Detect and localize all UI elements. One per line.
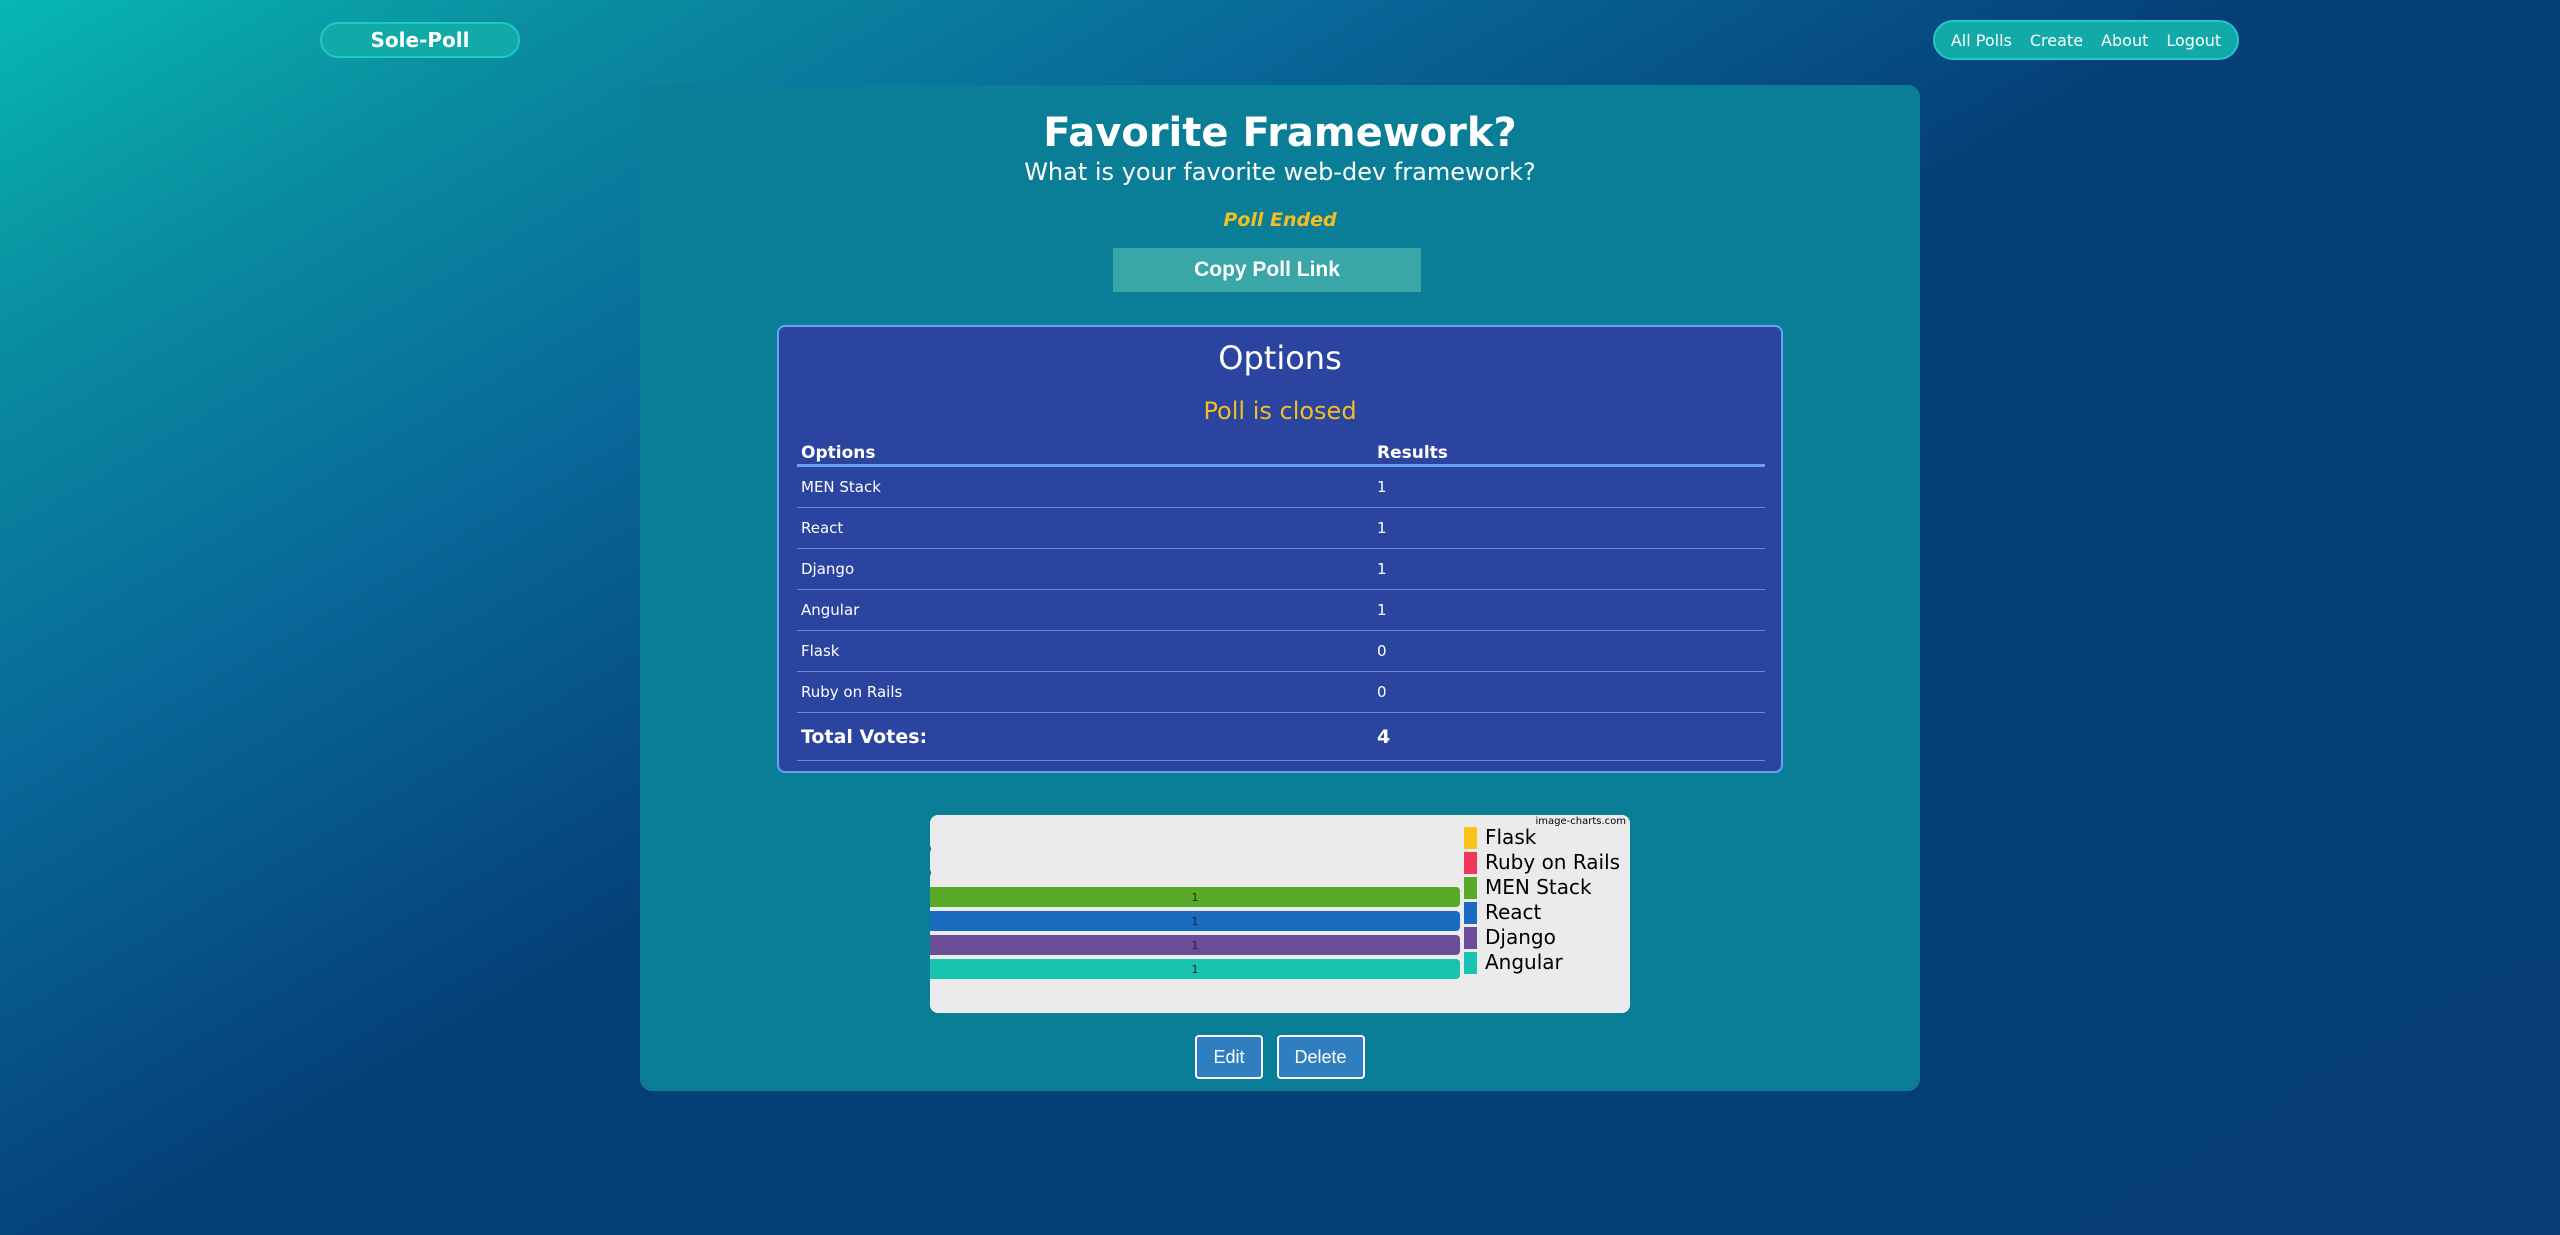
table-row: MEN Stack 1 — [797, 467, 1765, 508]
chart-data-label: 1 — [1192, 915, 1199, 928]
option-name: MEN Stack — [801, 478, 881, 496]
table-row: Django 1 — [797, 549, 1765, 590]
column-header-results: Results — [1377, 443, 1448, 463]
poll-question: What is your favorite web-dev framework? — [1024, 158, 1536, 186]
nav-logout[interactable]: Logout — [2166, 31, 2221, 50]
option-result: 1 — [1377, 519, 1387, 537]
legend-label: Flask — [1485, 825, 1537, 849]
total-votes-row: Total Votes: 4 — [797, 713, 1765, 761]
total-votes-label: Total Votes: — [801, 725, 928, 748]
poll-panel: Favorite Framework? What is your favorit… — [640, 85, 1920, 1091]
options-heading: Options — [1218, 339, 1342, 377]
option-name: Django — [801, 560, 855, 578]
total-votes-value: 4 — [1377, 725, 1391, 748]
option-result: 1 — [1377, 601, 1387, 619]
legend-swatch — [1464, 852, 1477, 874]
column-header-options: Options — [801, 443, 876, 463]
option-result: 0 — [1377, 683, 1387, 701]
option-name: Flask — [801, 642, 840, 660]
nav-create[interactable]: Create — [2030, 31, 2083, 50]
table-row: Ruby on Rails 0 — [797, 672, 1765, 713]
option-result: 0 — [1377, 642, 1387, 660]
option-name: Ruby on Rails — [801, 683, 903, 701]
legend-swatch — [1464, 902, 1477, 924]
legend-swatch — [1464, 827, 1477, 849]
copy-poll-link-button[interactable]: Copy Poll Link — [1113, 248, 1421, 292]
table-header: Options Results — [797, 443, 1765, 467]
brand-logo[interactable]: Sole-Poll — [320, 22, 520, 58]
option-result: 1 — [1377, 478, 1387, 496]
edit-button[interactable]: Edit — [1195, 1035, 1263, 1079]
poll-title: Favorite Framework? — [1043, 110, 1517, 156]
table-row: Flask 0 — [797, 631, 1765, 672]
legend-label: MEN Stack — [1485, 875, 1592, 899]
chart-data-label: 1 — [1192, 963, 1199, 976]
legend-swatch — [1464, 927, 1477, 949]
option-name: Angular — [801, 601, 860, 619]
poll-closed-notice: Poll is closed — [1203, 397, 1357, 425]
chart-data-label: 0 — [930, 843, 932, 856]
chart-data-label: 1 — [1192, 939, 1199, 952]
table-row: Angular 1 — [797, 590, 1765, 631]
legend-swatch — [1464, 952, 1477, 974]
delete-button[interactable]: Delete — [1276, 1035, 1365, 1079]
option-result: 1 — [1377, 560, 1387, 578]
results-chart-svg: 0 0 1 1 1 1 FlaskRuby on RailsMEN StackReactDj… — [930, 816, 1627, 979]
poll-status: Poll Ended — [1223, 209, 1337, 231]
results-chart: 0 0 1 1 1 1 FlaskRuby on RailsMEN StackReactDj… — [930, 815, 1630, 1013]
legend-swatch — [1464, 877, 1477, 899]
options-card: Options Poll is closed Options Results M… — [777, 325, 1783, 773]
chart-data-label: 0 — [930, 867, 932, 880]
legend-label: React — [1485, 900, 1542, 924]
chart-watermark: image-charts.com — [1536, 816, 1627, 827]
legend-label: Angular — [1485, 950, 1564, 974]
table-row: React 1 — [797, 508, 1765, 549]
results-table: Options Results MEN Stack 1 React 1 Djan… — [797, 443, 1765, 761]
legend-label: Ruby on Rails — [1485, 850, 1620, 874]
legend-label: Django — [1485, 925, 1556, 949]
nav-about[interactable]: About — [2101, 31, 2148, 50]
chart-data-label: 1 — [1192, 891, 1199, 904]
option-name: React — [801, 519, 844, 537]
top-nav: All Polls Create About Logout — [1933, 20, 2239, 60]
poll-actions: Edit Delete — [640, 1035, 1920, 1079]
nav-all-polls[interactable]: All Polls — [1951, 31, 2012, 50]
